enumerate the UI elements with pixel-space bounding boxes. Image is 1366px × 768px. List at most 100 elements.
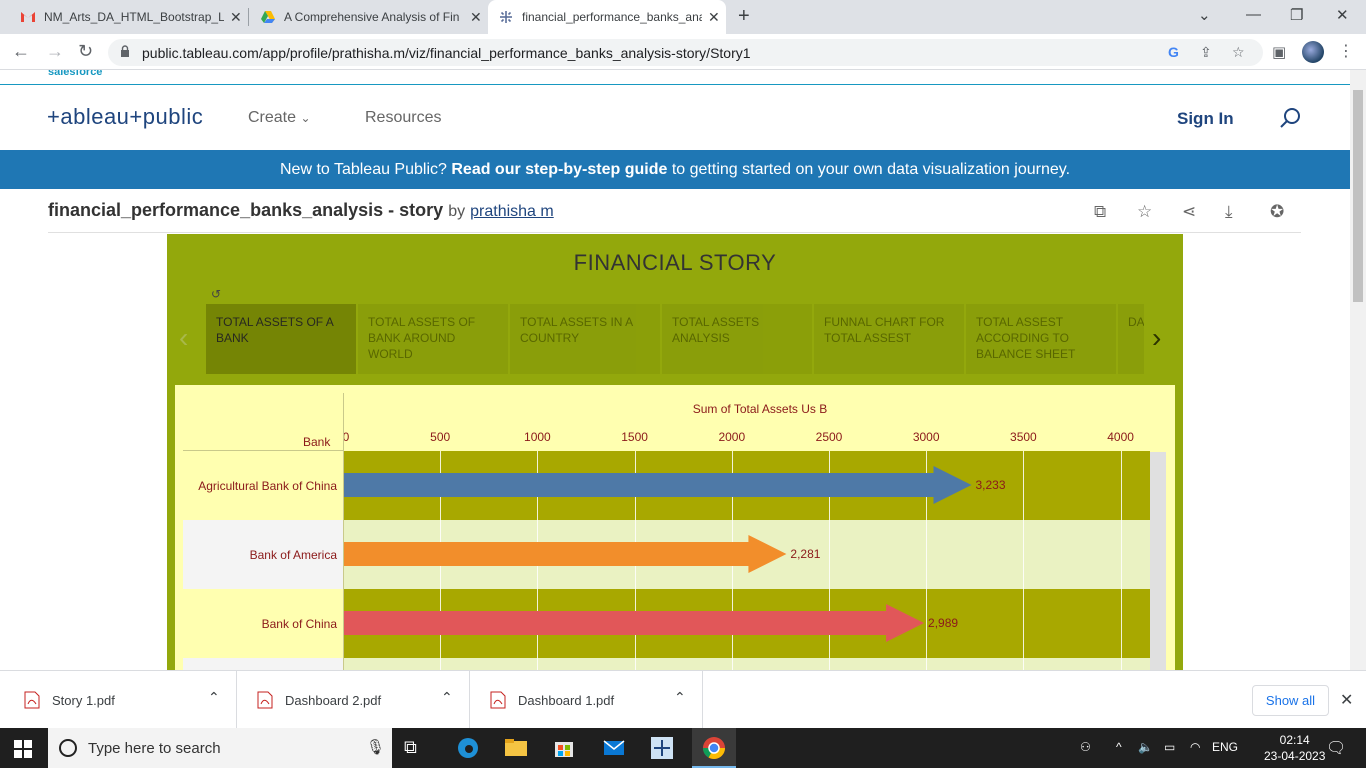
viz-by: by	[448, 203, 466, 220]
nav-create-label: Create	[248, 109, 297, 126]
language-indicator[interactable]: ENG	[1212, 740, 1238, 754]
bar-arrow[interactable]	[344, 535, 787, 573]
mail-icon[interactable]	[600, 734, 628, 762]
story-point-3[interactable]: TOTAL ASSETS IN A COUNTRY	[510, 304, 660, 374]
window-close-icon[interactable]: ✕	[1336, 6, 1349, 24]
chevron-up-icon[interactable]: ⌃	[441, 689, 453, 706]
axis-line	[343, 393, 344, 670]
edge-browser-icon[interactable]	[454, 734, 482, 762]
tab-drive[interactable]: A Comprehensive Analysis of Fin ✕	[250, 0, 486, 34]
chevron-up-icon[interactable]: ⌃	[208, 689, 220, 706]
tableau-app-icon[interactable]	[648, 734, 676, 762]
bar-value-label: 2,281	[790, 547, 820, 561]
search-icon	[59, 739, 77, 757]
tableau-icon	[498, 9, 514, 25]
tableau-public-logo[interactable]: +ableau+public	[47, 104, 203, 130]
share-icon[interactable]: ⋖	[1182, 202, 1196, 222]
salesforce-logo: salesforce	[48, 70, 103, 78]
downloads-bar: Story 1.pdf ⌃ Dashboard 2.pdf ⌃ Dashboar…	[0, 670, 1366, 729]
scrollbar-thumb[interactable]	[1353, 90, 1363, 302]
search-icon[interactable]	[1278, 106, 1302, 130]
minimize-icon[interactable]: —	[1246, 6, 1261, 23]
forward-arrow-icon[interactable]: →	[46, 41, 64, 62]
bar-arrow[interactable]	[344, 466, 972, 504]
close-icon[interactable]: ✕	[708, 9, 720, 26]
pdf-file-icon	[490, 691, 506, 709]
page-scrollbar[interactable]	[1350, 70, 1366, 670]
copy-icon[interactable]: ⧉	[1094, 202, 1106, 222]
download-item[interactable]: Dashboard 2.pdf ⌃	[237, 671, 470, 729]
author-link[interactable]: prathisha m	[470, 203, 554, 220]
volume-icon[interactable]: 🔈	[1138, 740, 1153, 754]
clock[interactable]: 02:14 23-04-2023	[1264, 732, 1325, 764]
previous-story-point-icon[interactable]: ‹	[179, 322, 188, 354]
notifications-icon[interactable]: 🗨	[1326, 738, 1346, 758]
download-icon[interactable]: ⤓	[1225, 202, 1233, 222]
side-panel-icon[interactable]: ▣	[1272, 43, 1286, 61]
web-page: salesforce +ableau+public Create ⌄ Resou…	[0, 70, 1350, 670]
more-menu-icon[interactable]: ⋮	[1338, 41, 1354, 61]
story-point-4[interactable]: TOTAL ASSETS ANALYSIS	[662, 304, 812, 374]
maximize-icon[interactable]: ❐	[1290, 6, 1303, 24]
tab-search-chevron-icon[interactable]: ⌄	[1198, 6, 1211, 24]
google-translate-icon[interactable]: G	[1168, 44, 1179, 60]
badge-icon[interactable]: ✪	[1270, 202, 1284, 222]
chart-scrollbar[interactable]	[1150, 452, 1166, 670]
pdf-file-icon	[257, 691, 273, 709]
clock-time: 02:14	[1279, 733, 1310, 747]
bookmark-star-icon[interactable]: ☆	[1232, 44, 1245, 61]
wifi-icon[interactable]: ◠	[1190, 740, 1200, 754]
story-title: FINANCIAL STORY	[573, 250, 777, 275]
download-filename: Story 1.pdf	[52, 693, 115, 708]
browser-tab-bar: NM_Arts_DA_HTML_Bootstrap_Li ✕ A Compreh…	[0, 0, 1366, 34]
people-icon[interactable]: ⚇	[1080, 740, 1091, 754]
google-drive-icon	[260, 9, 276, 25]
lock-icon	[121, 45, 129, 57]
new-tab-icon[interactable]: +	[738, 5, 750, 28]
nav-resources[interactable]: Resources	[365, 109, 441, 127]
tab-title: financial_performance_banks_ana	[522, 10, 702, 24]
tab-title: A Comprehensive Analysis of Fin	[284, 10, 460, 24]
task-view-icon[interactable]: ⧉	[404, 734, 432, 762]
story-point-1[interactable]: TOTAL ASSETS OF A BANK	[206, 304, 356, 374]
bar-value-label: 2,989	[928, 616, 958, 630]
chevron-up-icon[interactable]: ⌃	[674, 689, 686, 706]
chrome-taskbar-button[interactable]	[692, 728, 736, 768]
download-item[interactable]: Story 1.pdf ⌃	[4, 671, 237, 729]
windows-start-icon[interactable]	[14, 740, 32, 758]
profile-avatar[interactable]	[1302, 41, 1324, 63]
close-icon[interactable]: ✕	[470, 9, 482, 26]
share-icon[interactable]: ⇪	[1200, 44, 1212, 61]
next-story-point-icon[interactable]: ›	[1152, 322, 1161, 354]
bar-chart: Sum of Total Assets Us B Bank 0 500 1000 15…	[175, 385, 1175, 670]
close-icon[interactable]: ✕	[1340, 690, 1353, 710]
file-explorer-icon[interactable]	[502, 734, 530, 762]
show-all-button[interactable]: Show all	[1252, 685, 1329, 716]
microphone-icon[interactable]: 🎙	[366, 738, 385, 756]
banner-guide-link[interactable]: Read our step-by-step guide	[451, 161, 667, 179]
tab-title: NM_Arts_DA_HTML_Bootstrap_Li	[44, 10, 224, 24]
download-item[interactable]: Dashboard 1.pdf ⌃	[470, 671, 703, 729]
microsoft-store-icon[interactable]	[550, 734, 578, 762]
tab-tableau-active[interactable]: financial_performance_banks_ana ✕	[488, 0, 726, 34]
favorite-star-icon[interactable]: ☆	[1137, 202, 1152, 222]
close-icon[interactable]: ✕	[230, 9, 242, 26]
bar-arrow[interactable]	[344, 604, 925, 642]
story-point-5[interactable]: FUNNAL CHART FOR TOTAL ASSEST	[814, 304, 964, 374]
story-point-7[interactable]: DA	[1118, 304, 1144, 374]
chevron-down-icon: ⌄	[300, 111, 311, 125]
sign-in-link[interactable]: Sign In	[1177, 109, 1234, 129]
chevron-up-icon[interactable]: ^	[1116, 740, 1122, 754]
nav-create[interactable]: Create ⌄	[248, 109, 311, 127]
address-bar[interactable]: public.tableau.com/app/profile/prathisha…	[108, 39, 1263, 66]
download-filename: Dashboard 1.pdf	[518, 693, 615, 708]
revert-icon[interactable]: ↺	[211, 287, 221, 301]
gmail-icon	[20, 9, 36, 25]
tab-gmail[interactable]: NM_Arts_DA_HTML_Bootstrap_Li ✕	[8, 0, 248, 34]
battery-icon[interactable]: ▭	[1164, 740, 1175, 754]
back-arrow-icon[interactable]: ←	[12, 41, 30, 62]
story-point-2[interactable]: TOTAL ASSETS OF BANK AROUND WORLD	[358, 304, 508, 374]
taskbar-search[interactable]: Type here to search 🎙	[48, 728, 392, 768]
reload-icon[interactable]: ↻	[78, 41, 93, 62]
story-point-6[interactable]: TOTAL ASSEST ACCORDING TO BALANCE SHEET	[966, 304, 1116, 374]
